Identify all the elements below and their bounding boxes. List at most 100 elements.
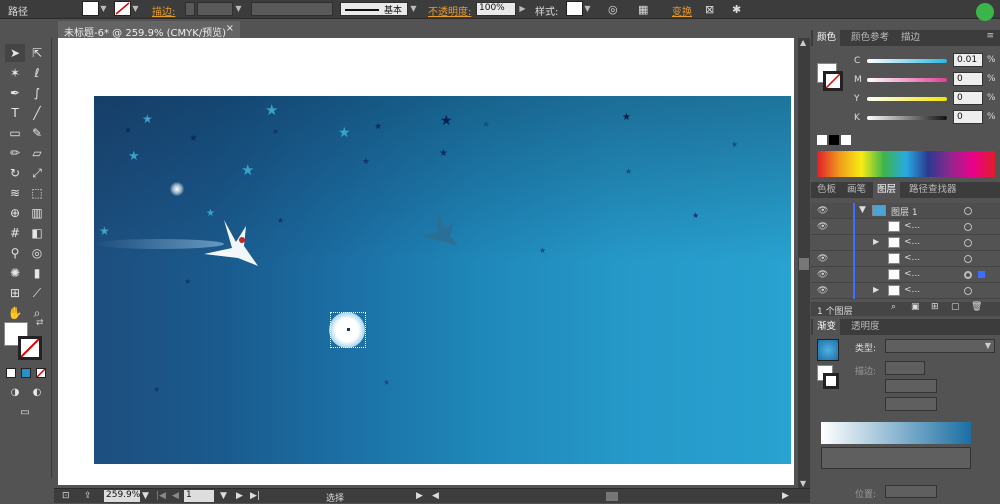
swap-icon[interactable]: ⇄: [36, 318, 44, 328]
transform-label[interactable]: 变换: [672, 3, 692, 18]
sublayer-row[interactable]: ▶ <...: [811, 235, 1000, 251]
free-transform-tool-icon[interactable]: ⬚: [27, 184, 47, 202]
sublayer-row[interactable]: 👁 <...: [811, 219, 1000, 235]
gradient-stop-bar[interactable]: [821, 447, 971, 469]
new-sublayer-icon[interactable]: ⊞: [931, 302, 939, 312]
lasso-tool-icon[interactable]: ℓ: [27, 64, 47, 82]
artboard-tool-icon[interactable]: ⊞: [5, 284, 25, 302]
slice-tool-icon[interactable]: ⟋: [27, 284, 47, 302]
tab-pathfinder[interactable]: 路径查找器: [905, 182, 961, 198]
channel-c-slider[interactable]: [867, 59, 947, 63]
chevron-down-icon[interactable]: ▼: [409, 2, 418, 16]
symbol-sprayer-tool-icon[interactable]: ✺: [5, 264, 25, 282]
new-layer-icon[interactable]: ▢: [951, 302, 960, 312]
tab-color-guide[interactable]: 颜色参考: [847, 30, 893, 46]
clipping-mask-icon[interactable]: ▣: [911, 302, 920, 312]
black-swatch[interactable]: [829, 135, 839, 145]
warp-tool-icon[interactable]: ≋: [5, 184, 25, 202]
direct-selection-tool-icon[interactable]: ⇱: [27, 44, 47, 62]
hand-tool-icon[interactable]: ✋: [5, 304, 25, 322]
opacity-field[interactable]: 100%: [476, 2, 516, 16]
gradient-type-dropdown[interactable]: ▼: [885, 339, 995, 353]
blend-tool-icon[interactable]: ◎: [27, 244, 47, 262]
chevron-right-icon[interactable]: ▶: [518, 2, 527, 16]
artboard-number-field[interactable]: 1: [184, 490, 214, 502]
selection-tool-icon[interactable]: ➤: [5, 44, 25, 62]
pen-tool-icon[interactable]: ✒: [5, 84, 25, 102]
style-swatch[interactable]: [566, 1, 583, 16]
gradient-aspect-field[interactable]: [885, 397, 937, 411]
next-artboard-icon[interactable]: ▶: [236, 491, 243, 501]
chevron-down-icon[interactable]: ▼: [99, 2, 108, 16]
chevron-down-icon[interactable]: ▼: [131, 2, 140, 16]
horizontal-scroll-thumb[interactable]: [606, 492, 618, 501]
tab-color[interactable]: 颜色: [813, 30, 841, 46]
stroke-stepper[interactable]: [185, 2, 195, 16]
screen-mode-icon[interactable]: ▭: [15, 404, 35, 422]
visibility-eye-icon[interactable]: 👁: [817, 222, 828, 232]
channel-k-slider[interactable]: [867, 116, 947, 120]
panel-menu-icon[interactable]: ≡: [986, 31, 994, 41]
gradient-slider[interactable]: [821, 422, 971, 444]
eraser-tool-icon[interactable]: ▱: [27, 144, 47, 162]
target-icon[interactable]: [964, 239, 972, 247]
chevron-down-icon[interactable]: ▼: [142, 491, 149, 501]
scale-tool-icon[interactable]: ⤢: [27, 164, 47, 182]
scroll-right-icon[interactable]: ▶: [782, 491, 789, 501]
column-graph-tool-icon[interactable]: ▮: [27, 264, 47, 282]
gradient-position-field[interactable]: [885, 485, 937, 498]
chevron-down-icon[interactable]: ▼: [234, 2, 243, 16]
variable-width-field[interactable]: [251, 2, 333, 16]
line-tool-icon[interactable]: ╱: [27, 104, 47, 122]
disclosure-triangle-icon[interactable]: ▼: [859, 205, 866, 215]
stroke-label[interactable]: 描边:: [152, 3, 175, 18]
target-icon[interactable]: [964, 255, 972, 263]
visibility-eye-icon[interactable]: 👁: [817, 270, 828, 280]
mesh-tool-icon[interactable]: #: [5, 224, 25, 242]
recolor-icon[interactable]: ◎: [608, 3, 618, 16]
tab-brushes[interactable]: 画笔: [843, 182, 870, 198]
gradient-tool-icon[interactable]: ◧: [27, 224, 47, 242]
disclosure-triangle-icon[interactable]: ▶: [873, 285, 879, 294]
opacity-label[interactable]: 不透明度:: [428, 3, 471, 18]
curvature-tool-icon[interactable]: ∫: [27, 84, 47, 102]
channel-y-slider[interactable]: [867, 97, 947, 101]
visibility-eye-icon[interactable]: 👁: [817, 254, 828, 264]
last-artboard-icon[interactable]: ▶|: [250, 491, 260, 501]
artwork-night-sky[interactable]: ★ ★ ★ ★ ★ ★ ★ ★ ★ ★ ★ ★ ★ ★ ★ ★ ★ ★ ★ ★ …: [94, 96, 791, 464]
gradient-mode-icon[interactable]: [21, 368, 31, 378]
stroke-gradient-options[interactable]: [885, 361, 925, 375]
scroll-left-icon[interactable]: ◀: [432, 491, 439, 501]
export-icon[interactable]: ⇪: [84, 491, 92, 501]
channel-m-slider[interactable]: [867, 78, 947, 82]
options-icon[interactable]: ✱: [732, 3, 741, 16]
color-mode-icon[interactable]: [6, 368, 16, 378]
chevron-down-icon[interactable]: ▼: [583, 2, 592, 16]
trash-icon[interactable]: 🗑: [971, 302, 982, 312]
tab-transparency[interactable]: 透明度: [847, 319, 884, 335]
tab-layers[interactable]: 图层: [873, 182, 901, 198]
perspective-grid-tool-icon[interactable]: ▥: [27, 204, 47, 222]
color-spectrum[interactable]: [817, 151, 995, 177]
close-icon[interactable]: ×: [226, 23, 234, 34]
none-mode-icon[interactable]: [36, 368, 46, 378]
rotate-tool-icon[interactable]: ↻: [5, 164, 25, 182]
shape-builder-tool-icon[interactable]: ⊕: [5, 204, 25, 222]
chevron-right-icon[interactable]: ▶: [416, 491, 423, 501]
sync-status-icon[interactable]: [976, 3, 994, 21]
eyedropper-tool-icon[interactable]: ⚲: [5, 244, 25, 262]
first-artboard-icon[interactable]: |◀: [156, 491, 166, 501]
channel-c-value[interactable]: 0.01: [953, 53, 983, 67]
target-icon[interactable]: [964, 287, 972, 295]
magic-wand-tool-icon[interactable]: ✶: [5, 64, 25, 82]
channel-k-value[interactable]: 0: [953, 110, 983, 124]
paintbrush-tool-icon[interactable]: ✎: [27, 124, 47, 142]
vertical-scrollbar[interactable]: ▲ ▼: [798, 38, 810, 488]
target-icon[interactable]: [964, 271, 972, 279]
gradient-preview[interactable]: [817, 339, 839, 361]
layer-row[interactable]: 👁 ▼ 图层 1: [811, 203, 1000, 219]
scroll-thumb[interactable]: [799, 258, 809, 270]
artboard-nav-icon[interactable]: ⊡: [62, 491, 70, 501]
sublayer-row-selected[interactable]: 👁 <...: [811, 267, 1000, 283]
scroll-up-icon[interactable]: ▲: [800, 38, 806, 47]
